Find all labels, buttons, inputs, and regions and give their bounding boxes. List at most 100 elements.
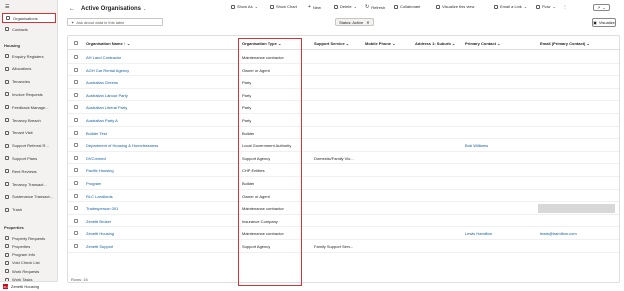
sidebar-item[interactable]: Work Requests — [2, 267, 56, 275]
sidebar-menu-icon[interactable]: ☰ — [2, 3, 56, 11]
sidebar-item-label: Support Referral R... — [12, 143, 49, 149]
sidebar-item[interactable]: Allocations — [2, 65, 56, 73]
more-commands-button[interactable]: ⋮ — [563, 4, 567, 9]
email-link-button[interactable]: Email a Link ⌄ — [494, 4, 527, 9]
column-header-support[interactable]: Support Service ⌄ — [314, 41, 349, 46]
cell-name[interactable]: Australian Party A — [86, 118, 118, 123]
visualize-label: Visualize — [598, 20, 615, 25]
status-filter-chip[interactable]: Status: Active ✕ — [335, 18, 374, 26]
row-checkbox[interactable] — [74, 244, 78, 248]
table-row[interactable]: Program Builder — [68, 177, 619, 190]
table-row[interactable]: Australian Party A Party — [68, 114, 619, 127]
refresh-button[interactable]: ↻ Refresh — [365, 4, 385, 10]
cell-name[interactable]: Department of Housing & Homelessness — [86, 143, 158, 148]
table-row[interactable]: Australian Liberal Party Party — [68, 101, 619, 114]
table-row[interactable]: Zenetti Broker Insurance Company — [68, 215, 619, 228]
collaborate-button[interactable]: Collaborate — [394, 4, 420, 9]
cell-name[interactable]: AH Land Contractor — [86, 55, 121, 60]
sidebar-item[interactable]: Support Referral R... — [2, 142, 56, 150]
table-row[interactable]: Zenetti Support Support Agency Family Supp… — [68, 240, 619, 253]
row-checkbox[interactable] — [74, 92, 78, 97]
cell-name[interactable]: Pacific Housing — [86, 168, 114, 173]
sidebar-item[interactable]: Sustenance Transact... — [2, 193, 56, 201]
column-header-email[interactable]: Email (Primary Contact) ⌄ — [540, 41, 590, 46]
cell-name[interactable]: Australian Greens — [86, 80, 118, 85]
area-switcher[interactable]: ZH Zenetti Housing — [0, 281, 58, 291]
view-title[interactable]: Active Organisations — [81, 6, 141, 12]
sidebar-item[interactable]: Tenant Visit — [2, 129, 56, 137]
visualize-button[interactable]: ▣ Visualize — [592, 18, 616, 27]
close-icon[interactable]: ✕ — [366, 20, 369, 25]
flow-button[interactable]: Flow ⌄ — [536, 4, 556, 9]
chevron-down-icon[interactable]: ⌄ — [143, 6, 146, 11]
sidebar-item-contacts[interactable]: Contacts — [2, 25, 56, 33]
cell-name[interactable]: DVConnect — [86, 156, 106, 161]
column-header-contact[interactable]: Primary Contact ⌄ — [465, 41, 500, 46]
cell-name[interactable]: AGH Car Rental Agency — [86, 68, 129, 73]
row-checkbox[interactable] — [74, 67, 78, 72]
row-checkbox[interactable] — [74, 143, 78, 148]
visualize-view-button[interactable]: Visualize this view — [436, 4, 474, 9]
sidebar-item[interactable]: Invoice Requests — [2, 90, 56, 98]
show-chart-button[interactable]: Show Chart — [270, 4, 297, 9]
cell-name[interactable]: Zenetti Housing — [86, 231, 114, 236]
column-header-name[interactable]: Organisation Name ↑ ⌄ — [86, 41, 130, 46]
sidebar-item[interactable]: Property Requests — [2, 234, 56, 242]
row-checkbox[interactable] — [74, 130, 78, 135]
row-checkbox[interactable] — [74, 55, 78, 59]
sidebar-item[interactable]: Feedback Manage... — [2, 103, 56, 111]
cell-contact[interactable]: Bob Williams — [465, 143, 488, 148]
column-header-suburb[interactable]: Address 1: Suburb ⌄ — [415, 41, 455, 46]
cell-name[interactable]: Australian Labour Party — [86, 93, 128, 98]
sidebar-item[interactable]: Tenancies — [2, 78, 56, 86]
sidebar-item-organisations[interactable]: Organisations — [2, 13, 56, 23]
cell-name[interactable]: RLC Landlords — [86, 194, 113, 199]
sidebar-item[interactable]: Properties — [2, 242, 56, 250]
sidebar-item[interactable]: Trash — [2, 206, 56, 214]
table-row[interactable]: Australian Labour Party Party — [68, 89, 619, 102]
cell-name[interactable]: Program — [86, 181, 101, 186]
cell-name[interactable]: Builder Test — [86, 131, 107, 136]
table-row[interactable]: Tradesperson 001 Maintenance contractor — [68, 202, 619, 215]
cell-name[interactable]: Australian Liberal Party — [86, 105, 127, 110]
row-checkbox[interactable] — [74, 181, 78, 185]
table-row[interactable]: AH Land Contractor Maintenance contractor — [68, 51, 619, 64]
row-checkbox[interactable] — [74, 155, 78, 160]
ask-data-input[interactable]: ✦ Ask about data in this table — [67, 18, 163, 26]
delete-button[interactable]: Delete ⌄ — [334, 4, 357, 9]
table-row[interactable]: AGH Car Rental Agency Owner or Agent — [68, 64, 619, 77]
back-arrow-icon[interactable]: ← — [69, 6, 75, 12]
table-row[interactable]: RLC Landlords Owner or Agent — [68, 190, 619, 203]
cell-name[interactable]: Zenetti Broker — [86, 219, 111, 224]
cell-name[interactable]: Zenetti Support — [86, 244, 113, 249]
table-row[interactable]: Department of Housing & Homelessness Loca… — [68, 139, 619, 152]
sidebar-item[interactable]: Tenancy Breach — [2, 116, 56, 124]
select-all-checkbox[interactable] — [74, 41, 78, 45]
sidebar-item[interactable]: Support Plans — [2, 154, 56, 162]
column-header-mobile[interactable]: Mobile Phone ⌄ — [365, 41, 395, 46]
table-row[interactable]: Zenetti Housing Maintenance contractor Lew… — [68, 227, 619, 240]
sidebar-item[interactable]: Tenancy Transact... — [2, 180, 56, 188]
row-checkbox[interactable] — [74, 218, 78, 223]
share-button[interactable]: ↗ ⌄ — [593, 4, 610, 11]
new-button[interactable]: + New — [308, 4, 321, 10]
row-checkbox[interactable] — [74, 105, 78, 110]
row-checkbox[interactable] — [74, 118, 78, 122]
sidebar-item[interactable]: Void Check List — [2, 259, 56, 267]
cell-name[interactable]: Tradesperson 001 — [86, 206, 118, 211]
sidebar-item[interactable]: Enquiry Registers — [2, 52, 56, 60]
cell-contact[interactable]: Lewis Hamilton — [465, 231, 492, 236]
show-as-button[interactable]: Show As ⌄ — [231, 4, 258, 9]
table-row[interactable]: Pacific Housing CHP Entities — [68, 164, 619, 177]
row-checkbox[interactable] — [74, 80, 78, 85]
table-row[interactable]: Builder Test Builder — [68, 127, 619, 140]
table-row[interactable]: DVConnect Support Agency Domestic/Family V… — [68, 152, 619, 165]
sidebar-item[interactable]: Program Info — [2, 251, 56, 259]
row-checkbox[interactable] — [74, 206, 78, 211]
row-checkbox[interactable] — [74, 168, 78, 173]
cell-email[interactable]: lewis@hamilton.com — [540, 231, 577, 236]
row-checkbox[interactable] — [74, 193, 78, 198]
table-row[interactable]: Australian Greens Party — [68, 76, 619, 89]
sidebar-item[interactable]: Rent Reviews — [2, 167, 56, 175]
row-checkbox[interactable] — [74, 231, 78, 236]
